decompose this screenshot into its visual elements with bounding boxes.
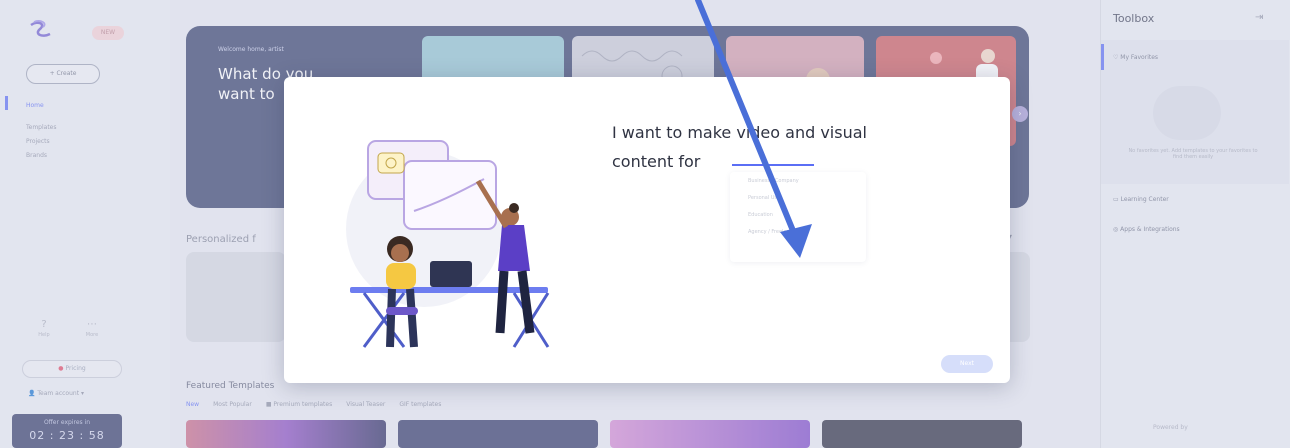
question-line-1: I want to make video and visual	[612, 123, 867, 142]
next-button[interactable]: Next	[941, 355, 993, 373]
question-line-2: content for	[612, 152, 701, 171]
dropdown-option-business[interactable]: Business / Company	[730, 172, 866, 189]
people-working-illustration	[346, 140, 550, 348]
dropdown-option-personal[interactable]: Personal Use	[730, 189, 866, 206]
onboarding-modal: I want to make video and visual content …	[284, 77, 1010, 383]
dropdown-option-agency[interactable]: Agency / Freelance	[730, 223, 866, 240]
purpose-dropdown: Business / Company Personal Use Educatio…	[730, 172, 866, 262]
answer-blank-field[interactable]	[732, 164, 814, 166]
dropdown-option-education[interactable]: Education	[730, 206, 866, 223]
